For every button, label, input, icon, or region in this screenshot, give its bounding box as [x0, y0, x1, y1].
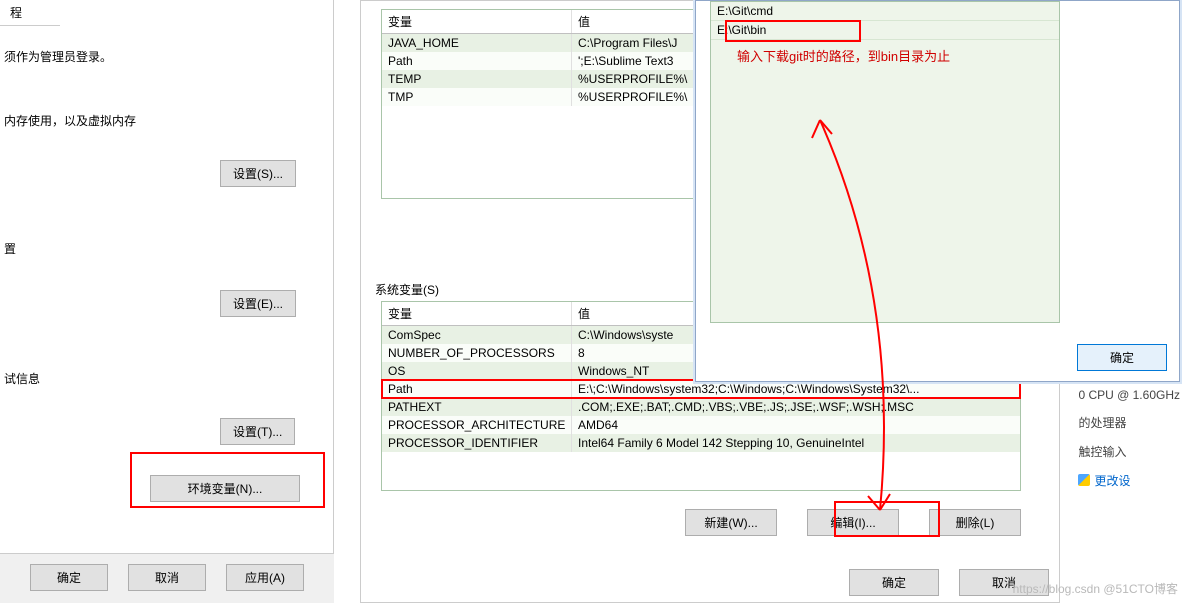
- cell-var: ComSpec: [382, 326, 572, 344]
- cell-val: Intel64 Family 6 Model 142 Stepping 10, …: [572, 434, 1020, 452]
- edit-button[interactable]: 编辑(I)...: [807, 509, 899, 536]
- settings-e-button[interactable]: 设置(E)...: [220, 290, 296, 317]
- edit-path-dialog: E:\Git\cmd E:\Git\bin 输入下载git时的路径，到bin目录…: [695, 0, 1180, 382]
- ok-button[interactable]: 确定: [30, 564, 108, 591]
- section-placeholder: 置: [4, 240, 16, 257]
- path-dialog-footer: 确定: [1077, 344, 1167, 371]
- cell-var: NUMBER_OF_PROCESSORS: [382, 344, 572, 362]
- cell-val: E:\;C:\Windows\system32;C:\Windows;C:\Wi…: [572, 380, 1020, 398]
- touch-info: 触控输入: [1078, 437, 1180, 466]
- tab-advanced[interactable]: 程: [0, 0, 60, 26]
- annotation-text: 输入下载git时的路径，到bin目录为止: [737, 48, 1037, 66]
- apply-button[interactable]: 应用(A): [226, 564, 304, 591]
- annotation-box-gitbin: [725, 20, 861, 42]
- table-row[interactable]: PROCESSOR_ARCHITECTUREAMD64: [382, 416, 1020, 434]
- col-variable: 变量: [382, 10, 572, 33]
- dialog-footer: 确定 取消 应用(A): [0, 553, 334, 603]
- shield-icon: [1078, 474, 1090, 486]
- system-vars-label: 系统变量(S): [375, 281, 439, 298]
- cpu-info: 0 CPU @ 1.60GHz: [1078, 382, 1180, 408]
- cancel-button[interactable]: 取消: [128, 564, 206, 591]
- path-item[interactable]: E:\Git\cmd: [711, 2, 1059, 21]
- cell-var: PROCESSOR_IDENTIFIER: [382, 434, 572, 452]
- cell-var: PATHEXT: [382, 398, 572, 416]
- cell-val: AMD64: [572, 416, 1020, 434]
- cell-var: TMP: [382, 88, 572, 106]
- memory-note: 内存使用，以及虚拟内存: [4, 112, 136, 129]
- path-list[interactable]: E:\Git\cmd E:\Git\bin 输入下载git时的路径，到bin目录…: [710, 1, 1060, 323]
- cell-var: Path: [382, 380, 572, 398]
- processor-info: 的处理器: [1078, 408, 1180, 437]
- settings-t-button[interactable]: 设置(T)...: [220, 418, 295, 445]
- table-row[interactable]: PATHEXT.COM;.EXE;.BAT;.CMD;.VBS;.VBE;.JS…: [382, 398, 1020, 416]
- cell-var: PROCESSOR_ARCHITECTURE: [382, 416, 572, 434]
- change-settings-link[interactable]: 更改设: [1078, 466, 1180, 495]
- table-row[interactable]: PROCESSOR_IDENTIFIERIntel64 Family 6 Mod…: [382, 434, 1020, 452]
- watermark: https://blog.csdn @51CTO博客: [1013, 580, 1178, 597]
- system-buttons-row: 新建(W)... 编辑(I)... 删除(L): [381, 509, 1021, 536]
- table-row[interactable]: PathE:\;C:\Windows\system32;C:\Windows;C…: [382, 380, 1020, 398]
- admin-note: 须作为管理员登录。: [4, 48, 112, 65]
- cell-val: .COM;.EXE;.BAT;.CMD;.VBS;.VBE;.JS;.JSE;.…: [572, 398, 1020, 416]
- debug-info-label: 试信息: [4, 370, 40, 387]
- settings-s-button[interactable]: 设置(S)...: [220, 160, 296, 187]
- annotation-box-envvars: [130, 452, 325, 508]
- system-properties-panel: 程 须作为管理员登录。 内存使用，以及虚拟内存 设置(S)... 置 设置(E)…: [0, 0, 334, 603]
- col-variable: 变量: [382, 302, 572, 325]
- cell-var: Path: [382, 52, 572, 70]
- env-ok-button[interactable]: 确定: [849, 569, 939, 596]
- cell-var: OS: [382, 362, 572, 380]
- new-button[interactable]: 新建(W)...: [685, 509, 777, 536]
- path-ok-button[interactable]: 确定: [1077, 344, 1167, 371]
- system-info-fragment: 0 CPU @ 1.60GHz 的处理器 触控输入 更改设: [1078, 382, 1180, 495]
- cell-var: JAVA_HOME: [382, 34, 572, 52]
- delete-button[interactable]: 删除(L): [929, 509, 1021, 536]
- cell-var: TEMP: [382, 70, 572, 88]
